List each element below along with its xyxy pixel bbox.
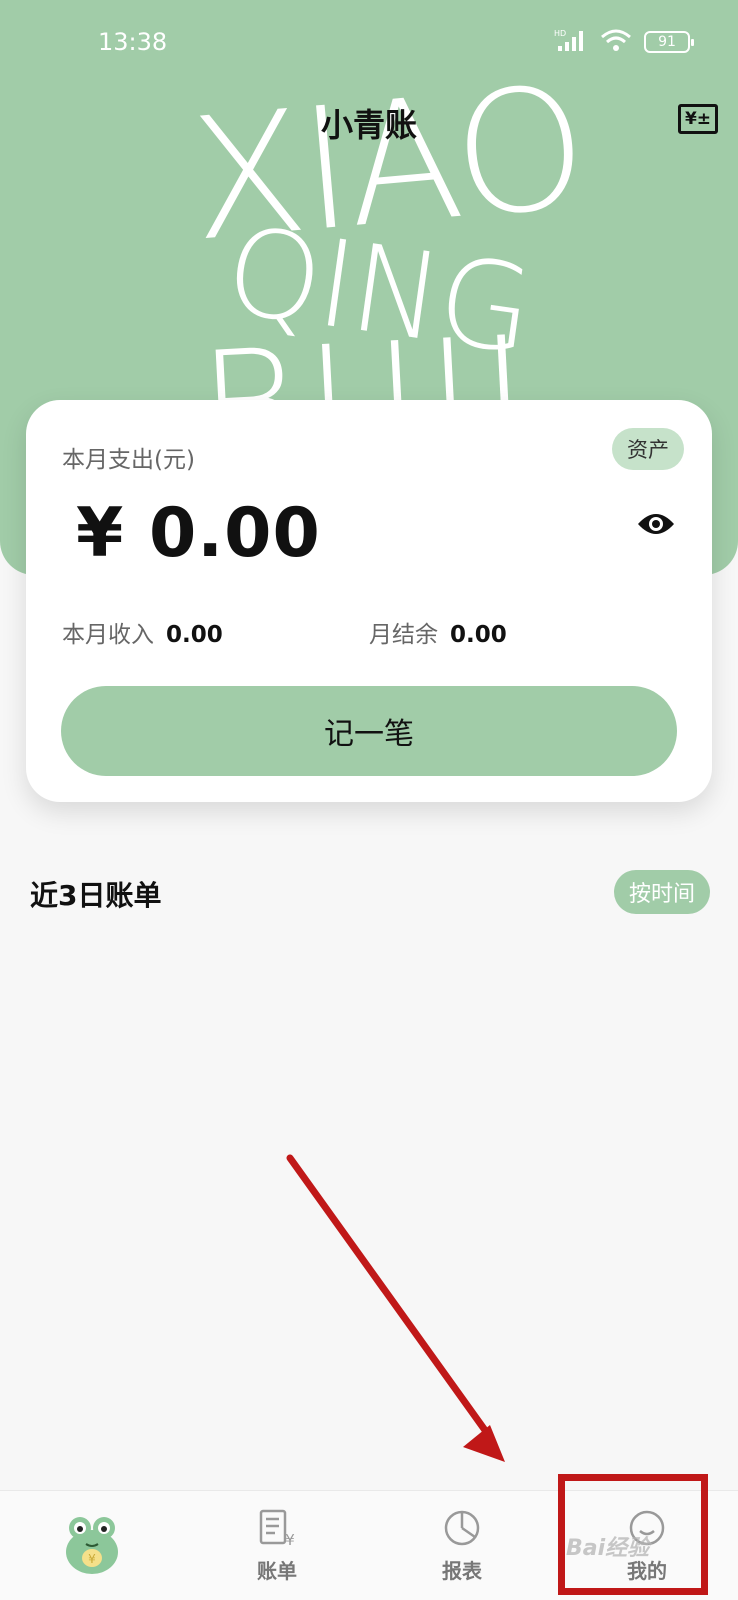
income-value: 0.00 [166,622,223,648]
calculator-icon[interactable]: ¥± [678,104,718,134]
summary-card: 本月支出(元) 资产 ¥ 0.00 本月收入 0.00 月结余 0.00 记一笔 [26,400,712,802]
tab-bills-label: 账单 [257,1558,297,1583]
tab-home[interactable]: ¥ [22,1491,162,1600]
status-time: 13:38 [98,28,168,56]
watermark: Bai经验 [566,1536,650,1561]
wifi-icon [600,28,632,56]
status-bar: 13:38 HD 91 [0,0,738,90]
sort-by-time-button[interactable]: 按时间 [614,870,710,914]
app-title: 小青账 [320,106,417,144]
bill-icon: ¥ [257,1509,297,1551]
tab-report[interactable]: 报表 [392,1491,532,1600]
svg-text:¥: ¥ [285,1531,295,1547]
eye-icon[interactable] [636,510,676,538]
svg-text:¥: ¥ [88,1552,96,1566]
income-label: 本月收入 [62,622,154,648]
recent-bills-title: 近3日账单 [30,879,162,912]
balance-label: 月结余 [369,622,438,648]
record-button[interactable]: 记一笔 [61,686,677,776]
monthly-income: 本月收入 0.00 [62,615,223,649]
expense-amount: ¥ 0.00 [76,494,321,573]
svg-text:HD: HD [554,29,566,38]
monthly-expense-label: 本月支出(元) [62,447,195,473]
balance-value: 0.00 [450,622,507,648]
monthly-balance: 月结余 0.00 [369,615,507,649]
tab-report-label: 报表 [442,1558,482,1583]
tab-bills[interactable]: ¥ 账单 [207,1491,347,1600]
frog-mascot-icon: ¥ [62,1512,122,1580]
signal-icon: HD [554,28,588,56]
asset-button[interactable]: 资产 [612,428,684,470]
status-icons: HD 91 [554,28,694,56]
pie-chart-icon [442,1509,482,1551]
battery-icon: 91 [644,31,694,53]
